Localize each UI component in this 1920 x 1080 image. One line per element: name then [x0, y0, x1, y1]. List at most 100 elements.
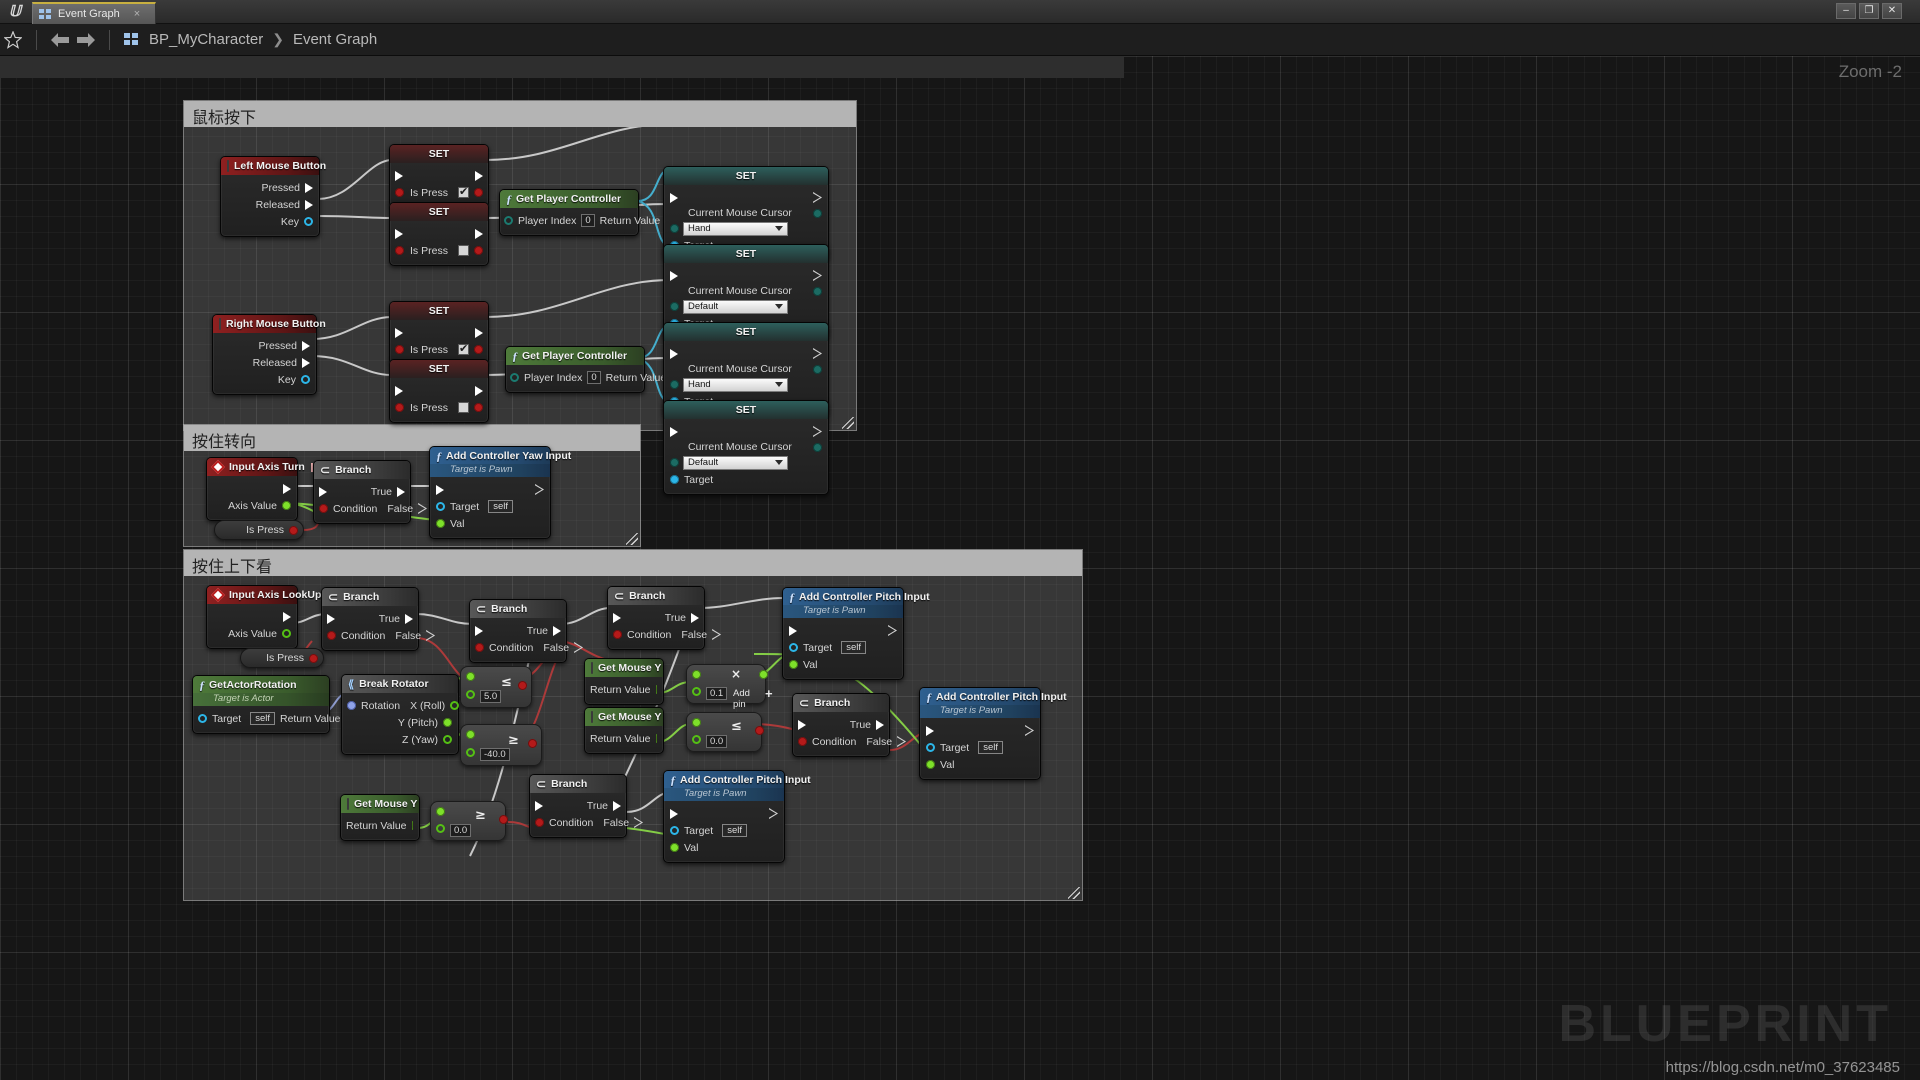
node-add-controller-pitch-input-3[interactable]: ƒ Add Controller Pitch Input Target is P…: [663, 770, 811, 863]
true-exec-pin[interactable]: [613, 800, 621, 811]
node-branch-lookup-2[interactable]: ⊂ Branch True Condition False: [469, 599, 584, 663]
exec-out-pin[interactable]: [475, 170, 483, 181]
exec-in-pin[interactable]: [670, 348, 678, 359]
float-in-pin-a[interactable]: [466, 672, 475, 681]
val-pin[interactable]: [670, 843, 679, 852]
exec-row[interactable]: [920, 722, 1040, 739]
true-exec-pin[interactable]: [691, 612, 699, 623]
node-get-mouse-y-3[interactable]: Get Mouse Y Return Value: [340, 794, 420, 841]
exec-out-pin[interactable]: [305, 182, 313, 193]
pin-row-player-index[interactable]: Player Index 0 Return Value: [500, 212, 675, 229]
exec-in-pin[interactable]: [395, 228, 403, 239]
pin-row-z-yaw[interactable]: Z (Yaw): [342, 731, 458, 748]
node-left-mouse-button[interactable]: Left Mouse Button Pressed Released Key: [220, 156, 326, 237]
target-pin[interactable]: [789, 643, 798, 652]
event-graph-canvas[interactable]: Zoom -2 鼠标按下 按住转向 按住上下看 Left Mouse Butto…: [0, 56, 1920, 1080]
minimize-button[interactable]: –: [1836, 3, 1856, 19]
player-index-input[interactable]: 0: [581, 214, 595, 227]
exec-row[interactable]: [390, 382, 488, 399]
node-add-controller-yaw-input[interactable]: ƒ Add Controller Yaw Input Target is Paw…: [429, 446, 571, 539]
node-set-is-press-false-1[interactable]: SET Is Press: [389, 202, 489, 266]
breadcrumb-root[interactable]: BP_MyCharacter: [149, 31, 263, 48]
pin-row-condition[interactable]: Condition False: [322, 627, 436, 644]
rotation-in-pin[interactable]: [347, 701, 356, 710]
enum-in-pin[interactable]: [670, 380, 679, 389]
node-add-controller-pitch-input-2[interactable]: ƒ Add Controller Pitch Input Target is P…: [919, 687, 1067, 780]
exec-row[interactable]: [783, 622, 903, 639]
enum-out-pin[interactable]: [813, 208, 822, 218]
target-pin[interactable]: [198, 714, 207, 723]
multiply-value-input[interactable]: 0.1: [706, 687, 728, 700]
exec-out-pin[interactable]: [283, 483, 291, 494]
condition-pin[interactable]: [535, 818, 544, 827]
return-value-pin[interactable]: [411, 821, 413, 830]
exec-in-pin[interactable]: [395, 170, 403, 181]
compare-value-input[interactable]: 0.0: [706, 735, 728, 748]
exec-in-pin[interactable]: [436, 484, 444, 495]
condition-pin[interactable]: [475, 643, 484, 652]
target-pin[interactable]: [926, 743, 935, 752]
float-out-pin[interactable]: [759, 670, 768, 679]
target-pin[interactable]: [670, 475, 679, 484]
target-self-value[interactable]: self: [250, 712, 275, 725]
exec-in-pin[interactable]: [789, 625, 797, 636]
pin-row-val[interactable]: Val: [783, 656, 903, 673]
false-exec-pin[interactable]: [426, 630, 436, 641]
node-variable-is-press-2[interactable]: Is Press: [240, 648, 324, 668]
float-in-pin-a[interactable]: [436, 807, 445, 816]
close-window-button[interactable]: ✕: [1882, 3, 1902, 19]
axis-value-pin[interactable]: [282, 501, 291, 510]
float-in-pin-b[interactable]: [692, 687, 701, 696]
exec-row[interactable]: True: [314, 483, 410, 500]
float-in-pin-a[interactable]: [466, 730, 475, 739]
pin-row-key[interactable]: Key: [221, 213, 319, 230]
pin-row-condition[interactable]: Condition False: [793, 733, 907, 750]
exec-out-pin[interactable]: [813, 426, 822, 437]
node-input-axis-lookup[interactable]: Input Axis LookUp Axis Value: [206, 585, 330, 649]
exec-row[interactable]: [430, 481, 550, 498]
enum-in-pin[interactable]: [670, 458, 679, 467]
exec-row[interactable]: True: [608, 609, 704, 626]
false-exec-pin[interactable]: [418, 503, 428, 514]
cursor-select-row[interactable]: Default: [664, 298, 828, 315]
exec-out-pin[interactable]: [888, 625, 897, 636]
is-press-checkbox[interactable]: [457, 342, 469, 355]
node-add-controller-pitch-input-1[interactable]: ƒ Add Controller Pitch Input Target is P…: [782, 587, 930, 680]
bool-out-pin[interactable]: [473, 345, 483, 354]
pin-row-released[interactable]: Released: [221, 196, 319, 213]
float-in-pin-b[interactable]: [466, 690, 475, 699]
exec-row[interactable]: [664, 267, 828, 284]
cursor-dropdown[interactable]: Hand: [683, 221, 788, 236]
bool-out-pin[interactable]: [473, 188, 483, 197]
pin-row-pressed[interactable]: Pressed: [213, 337, 316, 354]
node-branch-lookup-4[interactable]: ⊂ Branch True Condition False: [792, 693, 907, 757]
pin-row-return-value[interactable]: Return Value: [341, 817, 419, 834]
enum-out-pin[interactable]: [813, 286, 822, 296]
node-branch-lookup-5[interactable]: ⊂ Branch True Condition False: [529, 774, 644, 838]
pin-row-target[interactable]: Target self: [920, 739, 1040, 756]
exec-in-pin[interactable]: [798, 719, 806, 730]
pin-row-target[interactable]: Target self Return Value: [193, 710, 355, 727]
bool-out-pin[interactable]: [499, 815, 508, 824]
node-input-axis-turn[interactable]: Input Axis Turn Axis Value: [206, 457, 313, 521]
close-icon[interactable]: ×: [134, 8, 140, 20]
pin-row-is-press[interactable]: Is Press: [390, 341, 488, 358]
is-press-checkbox[interactable]: [457, 245, 469, 256]
cursor-dropdown[interactable]: Default: [683, 299, 788, 314]
exec-in-pin[interactable]: [670, 192, 678, 203]
target-self-value[interactable]: self: [841, 641, 866, 654]
add-pin-label[interactable]: Add pin: [733, 688, 765, 710]
pin-row-condition[interactable]: Condition False: [470, 639, 584, 656]
compare-value-input[interactable]: 0.0: [450, 824, 472, 837]
exec-row[interactable]: [664, 805, 784, 822]
enum-out-pin[interactable]: [813, 364, 822, 374]
cursor-select-row[interactable]: Hand: [664, 376, 828, 393]
node-right-mouse-button[interactable]: Right Mouse Button Pressed Released Key: [212, 314, 326, 395]
target-pin[interactable]: [436, 502, 445, 511]
forward-arrow-icon[interactable]: [73, 28, 99, 52]
float-in-pin-a[interactable]: [692, 670, 701, 679]
false-exec-pin[interactable]: [574, 642, 584, 653]
exec-out-pin[interactable]: [475, 228, 483, 239]
bool-out-pin[interactable]: [473, 403, 483, 412]
pin-row-is-press[interactable]: Is Press: [390, 184, 488, 201]
